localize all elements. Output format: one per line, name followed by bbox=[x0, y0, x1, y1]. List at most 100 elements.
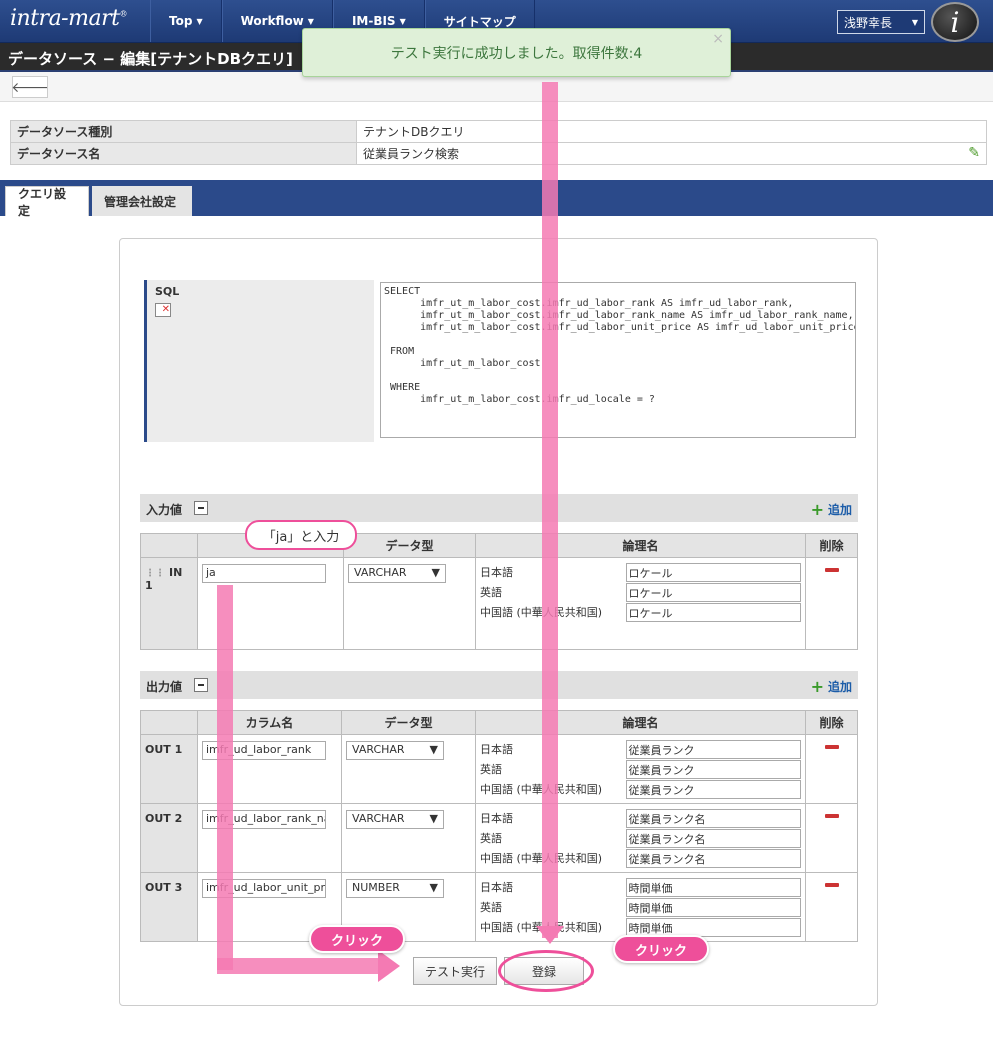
delete-row-icon[interactable] bbox=[824, 883, 839, 887]
arrow-left-icon: 🡐 bbox=[11, 79, 49, 96]
intra-mart-logo[interactable]: intra-mart® bbox=[10, 6, 127, 31]
tab-query-settings[interactable]: クエリ設定 bbox=[5, 186, 89, 218]
lang-row: 中国語 (中華人民共和国) 時間単価 bbox=[480, 917, 801, 937]
lang-row: 日本語 ロケール bbox=[480, 562, 801, 582]
delete-row-icon[interactable] bbox=[824, 568, 839, 572]
names-cell: 日本語 ロケール 英語 ロケール 中国語 (中華人民共和国) ロケール bbox=[475, 557, 806, 650]
drag-handle-icon[interactable]: ⋮⋮ bbox=[145, 568, 165, 579]
row-id: OUT 1 bbox=[140, 734, 198, 804]
annotation-arrow-horizontal bbox=[217, 958, 382, 974]
column-header bbox=[140, 533, 198, 558]
close-icon[interactable]: × bbox=[712, 31, 724, 47]
chevron-down-icon: ▼ bbox=[196, 16, 203, 26]
lang-row: 英語 ロケール bbox=[480, 582, 801, 602]
register-highlight-ring bbox=[498, 950, 594, 992]
logical-name-input[interactable]: ロケール bbox=[625, 602, 801, 622]
lang-row: 日本語 従業員ランク名 bbox=[480, 808, 801, 828]
table-row: ⋮⋮ IN 1 ja VARCHAR ▼ 日本語 ロケール 英語 ロケール 中国語 (中… bbox=[140, 557, 858, 650]
annotation-arrowhead-down bbox=[536, 926, 564, 944]
names-cell: 日本語 従業員ランク名 英語 従業員ランク名 中国語 (中華人民共和国) 従業員ランク… bbox=[475, 803, 806, 873]
back-button[interactable]: 🡐 bbox=[11, 76, 49, 98]
table-row: OUT 3 imfr_ud_labor_unit_price NUMBER▼ 日… bbox=[140, 872, 858, 942]
collapse-input-icon[interactable] bbox=[194, 501, 208, 515]
user-menu[interactable]: 浅野幸長 ▼ bbox=[837, 10, 925, 34]
nav-top[interactable]: Top ▼ bbox=[150, 0, 222, 42]
test-run-button[interactable]: テスト実行 bbox=[413, 957, 497, 985]
column-header: 論理名 bbox=[475, 710, 806, 735]
output-section-header: 出力値 + 追加 bbox=[140, 671, 858, 699]
lang-row: 中国語 (中華人民共和国) ロケール bbox=[480, 602, 801, 622]
names-cell: 日本語 従業員ランク 英語 従業員ランク 中国語 (中華人民共和国) 従業員ランク bbox=[475, 734, 806, 804]
sql-textarea[interactable]: SELECT imfr_ut_m_labor_cost.imfr_ud_labo… bbox=[380, 282, 856, 438]
logical-name-input[interactable]: 従業員ランク名 bbox=[625, 848, 801, 868]
logical-name-input[interactable]: 従業員ランク bbox=[625, 779, 801, 799]
logical-name-input[interactable]: ロケール bbox=[625, 582, 801, 602]
logical-name-input[interactable]: ロケール bbox=[625, 562, 801, 582]
row-id: OUT 2 bbox=[140, 803, 198, 873]
lang-row: 中国語 (中華人民共和国) 従業員ランク名 bbox=[480, 848, 801, 868]
table-row: OUT 2 imfr_ud_labor_rank_name VARCHAR▼ 日… bbox=[140, 803, 858, 873]
logical-name-input[interactable]: 時間単価 bbox=[625, 877, 801, 897]
logical-name-input[interactable]: 従業員ランク名 bbox=[625, 808, 801, 828]
output-table: カラム名 データ型 論理名 削除 OUT 1 imfr_ud_labor_ran… bbox=[140, 710, 858, 942]
data-type-select[interactable]: NUMBER ▼ bbox=[346, 879, 444, 898]
input-section-header: 入力値 + 追加 bbox=[140, 494, 858, 522]
info-label: データソース種別 bbox=[10, 120, 357, 143]
column-header: 削除 bbox=[805, 710, 858, 735]
param-value-input[interactable]: ja bbox=[202, 564, 326, 583]
pencil-icon[interactable]: ✎ bbox=[968, 145, 980, 161]
user-avatar[interactable]: i bbox=[931, 2, 979, 42]
delete-cell bbox=[805, 872, 858, 942]
add-input-button[interactable]: + 追加 bbox=[811, 500, 852, 519]
info-value: テナントDBクエリ bbox=[356, 120, 987, 143]
chevron-down-icon: ▼ bbox=[911, 17, 918, 27]
logical-name-input[interactable]: 時間単価 bbox=[625, 897, 801, 917]
plus-icon: + bbox=[810, 677, 824, 696]
output-section-title: 出力値 bbox=[146, 680, 183, 694]
chevron-down-icon: ▼ bbox=[429, 812, 438, 825]
data-type-select[interactable]: VARCHAR ▼ bbox=[348, 564, 446, 583]
info-row: データソース種別 テナントDBクエリ bbox=[10, 120, 987, 143]
input-section-title: 入力値 bbox=[146, 503, 183, 517]
logical-name-input[interactable]: 時間単価 bbox=[625, 917, 801, 937]
datasource-info-table: データソース種別 テナントDBクエリ データソース名 従業員ランク検索 ✎ bbox=[10, 120, 987, 165]
column-header: データ型 bbox=[341, 710, 476, 735]
logical-name-input[interactable]: 従業員ランク bbox=[625, 759, 801, 779]
delete-row-icon[interactable] bbox=[824, 814, 839, 818]
logical-name-input[interactable]: 従業員ランク名 bbox=[625, 828, 801, 848]
column-header: 削除 bbox=[805, 533, 858, 558]
chevron-down-icon: ▼ bbox=[399, 16, 406, 26]
column-header: データ型 bbox=[343, 533, 476, 558]
logical-name-input[interactable]: 従業員ランク bbox=[625, 739, 801, 759]
chevron-down-icon: ▼ bbox=[307, 16, 314, 26]
table-header-row: カラム名 データ型 論理名 削除 bbox=[140, 710, 858, 735]
toast-message: テスト実行に成功しました。取得件数:4 bbox=[390, 45, 643, 62]
collapse-output-icon[interactable] bbox=[194, 678, 208, 692]
column-header: 論理名 bbox=[475, 533, 806, 558]
click-annotation-left: クリック bbox=[309, 925, 405, 953]
data-type-select[interactable]: VARCHAR ▼ bbox=[346, 741, 444, 760]
table-row: OUT 1 imfr_ud_labor_rank VARCHAR ▼ 日本語 従業員… bbox=[140, 734, 858, 804]
tab-company-settings[interactable]: 管理会社設定 bbox=[92, 186, 192, 216]
delete-cell bbox=[805, 734, 858, 804]
chevron-down-icon: ▼ bbox=[429, 743, 438, 756]
chevron-down-icon: ▼ bbox=[431, 566, 440, 579]
lang-row: 日本語 従業員ランク bbox=[480, 739, 801, 759]
names-cell: 日本語 時間単価 英語 時間単価 中国語 (中華人民共和国) 時間単価 bbox=[475, 872, 806, 942]
row-id: ⋮⋮ IN 1 bbox=[140, 557, 198, 650]
type-cell: VARCHAR ▼ bbox=[343, 557, 476, 650]
info-label: データソース名 bbox=[10, 142, 357, 165]
annotation-arrow-left-vertical bbox=[217, 585, 233, 970]
lang-row: 英語 従業員ランク bbox=[480, 759, 801, 779]
annotation-arrow-vertical bbox=[542, 82, 558, 938]
sql-label-cell bbox=[144, 280, 374, 442]
input-table: データ型 論理名 削除 ⋮⋮ IN 1 ja VARCHAR ▼ 日本語 ロケール 英… bbox=[140, 533, 858, 650]
data-type-select[interactable]: VARCHAR ▼ bbox=[346, 810, 444, 829]
column-header bbox=[140, 710, 198, 735]
delete-row-icon[interactable] bbox=[824, 745, 839, 749]
add-output-button[interactable]: + 追加 bbox=[811, 677, 852, 696]
row-id: OUT 3 bbox=[140, 872, 198, 942]
lang-row: 日本語 時間単価 bbox=[480, 877, 801, 897]
type-cell: VARCHAR ▼ bbox=[341, 734, 476, 804]
clear-sql-icon[interactable]: ✕ bbox=[155, 303, 171, 317]
